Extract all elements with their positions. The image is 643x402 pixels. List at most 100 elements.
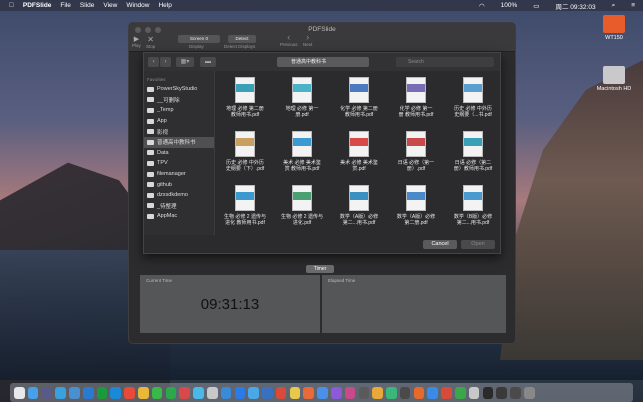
dock-app-icon[interactable]	[248, 386, 259, 399]
battery-icon[interactable]: ▭	[533, 2, 539, 10]
dock-app-icon[interactable]	[193, 386, 204, 399]
dock-app-icon[interactable]	[303, 386, 314, 399]
file-item[interactable]: 生物 必修 2 遗传与 进化.pdf	[275, 185, 329, 226]
dock-app-icon[interactable]	[234, 386, 246, 399]
dock-app-icon[interactable]	[206, 386, 218, 399]
new-folder-button[interactable]: ▬	[200, 57, 216, 67]
sidebar-item[interactable]: PowerSkyStudio	[144, 84, 214, 95]
sidebar-item[interactable]: filemanager	[144, 169, 214, 180]
dock-app-icon[interactable]	[275, 386, 287, 399]
file-item[interactable]: 地理 必修 第二册 教师用书.pdf	[218, 77, 272, 118]
dock-app-icon[interactable]	[455, 386, 466, 399]
sidebar-item[interactable]: github	[144, 179, 214, 190]
dock-app-icon[interactable]	[179, 386, 190, 399]
file-item[interactable]: 数学（A版）必修 第二...用书.pdf	[332, 185, 386, 226]
dock-app-icon[interactable]	[262, 386, 273, 399]
dock-app-icon[interactable]	[165, 386, 177, 399]
forward-button[interactable]: ›	[160, 57, 171, 67]
battery-percent[interactable]: 100%	[501, 2, 518, 9]
dock-app-icon[interactable]	[441, 386, 452, 399]
next-button[interactable]: › Next	[303, 32, 312, 47]
dock-app-icon[interactable]	[344, 386, 356, 399]
menu-help[interactable]: Help	[158, 2, 171, 9]
menu-file[interactable]: File	[60, 2, 70, 9]
file-item[interactable]: 历史 必修 中外历 史纲要（下）.pdf	[218, 131, 272, 172]
dock-app-icon[interactable]	[289, 386, 301, 399]
dock-app-icon[interactable]	[413, 386, 425, 399]
file-item[interactable]: 地理 必修 第一 册.pdf	[275, 77, 329, 118]
cover-band	[350, 84, 368, 92]
dock-app-icon[interactable]	[510, 386, 521, 399]
dock-app-icon[interactable]	[110, 386, 122, 399]
menu-app-name[interactable]: PDFSlide	[23, 2, 52, 9]
menu-slide[interactable]: Slide	[80, 2, 94, 9]
dock-app-icon[interactable]	[124, 386, 135, 399]
grid-view-icon: ▦▾	[180, 59, 190, 65]
file-item[interactable]: 数学（B版）必修 第二...用书.pdf	[446, 185, 498, 226]
sidebar-item[interactable]: __可删除	[144, 95, 214, 106]
sidebar-item[interactable]: dzxsdkdemo	[144, 190, 214, 201]
search-field[interactable]: Search	[396, 57, 494, 67]
dock-app-icon[interactable]	[82, 386, 94, 399]
dock-app-icon[interactable]	[41, 386, 53, 399]
stop-label: Stop	[146, 44, 156, 49]
dock-app-icon[interactable]	[372, 386, 383, 399]
dock-app-icon[interactable]	[386, 386, 397, 399]
menu-view[interactable]: View	[103, 2, 117, 9]
dock-app-icon[interactable]	[468, 386, 480, 399]
view-mode-button[interactable]: ▦▾	[176, 57, 194, 67]
file-item[interactable]: 日语 必修（第一 册）.pdf	[389, 131, 443, 172]
dock-app-icon[interactable]	[55, 386, 66, 399]
stop-button[interactable]: ✕ Stop	[146, 35, 155, 49]
menubar-clock[interactable]: 周二 09:32:03	[555, 1, 595, 11]
dock-app-icon[interactable]	[427, 386, 439, 399]
menu-extras-icon[interactable]: ≡	[631, 2, 635, 9]
sidebar-item[interactable]: App	[144, 116, 214, 127]
dock-app-icon[interactable]	[96, 386, 108, 399]
dock-app-icon[interactable]	[151, 386, 163, 399]
search-icon[interactable]: ⌕	[612, 2, 616, 10]
sidebar-item[interactable]: _待整理	[144, 201, 214, 212]
file-item[interactable]: 美术 必修 美术鉴 赏.pdf	[332, 131, 386, 172]
dock-app-icon[interactable]	[330, 386, 342, 399]
file-item[interactable]: 化学 必修 第二册 教师用书.pdf	[332, 77, 386, 118]
back-button[interactable]: ‹	[148, 57, 159, 67]
sidebar-item[interactable]: 普通高中教科书	[144, 136, 214, 148]
dock-app-icon[interactable]	[69, 386, 80, 399]
sidebar-item[interactable]: Data	[144, 148, 214, 159]
dock-app-icon[interactable]	[523, 386, 535, 399]
file-item[interactable]: 数学（A版）必修 第二册.pdf	[389, 185, 443, 226]
dock-app-icon[interactable]	[27, 386, 39, 399]
sidebar-item[interactable]: AppMac	[144, 211, 214, 222]
display-select[interactable]: Screen 0	[178, 35, 220, 43]
dock-app-icon[interactable]	[482, 386, 494, 399]
open-button[interactable]: Open	[461, 240, 495, 249]
file-item[interactable]: 历史 必修 中外历 史纲要（...书.pdf	[446, 77, 498, 118]
timer-button[interactable]: Timer	[306, 265, 334, 273]
menu-window[interactable]: Window	[126, 2, 149, 9]
file-item[interactable]: 化学 必修 第一册 教师用书.pdf	[389, 77, 443, 118]
apple-menu-icon[interactable]: 	[9, 2, 14, 9]
dock-app-icon[interactable]	[220, 386, 232, 399]
dock-app-icon[interactable]	[399, 386, 411, 399]
sidebar-item[interactable]: _Temp	[144, 105, 214, 116]
desktop-icon-macintosh-hd[interactable]: Macintosh HD	[594, 66, 634, 92]
dock-app-icon[interactable]	[14, 386, 25, 399]
dock-app-icon[interactable]	[358, 386, 370, 399]
cancel-button[interactable]: Cancel	[423, 240, 457, 249]
sidebar-item[interactable]: 影视	[144, 126, 214, 137]
play-button[interactable]: ▶ Play	[132, 35, 141, 48]
folder-icon	[147, 129, 154, 135]
sidebar-item[interactable]: TPV	[144, 158, 214, 169]
wifi-icon[interactable]: ◠	[479, 2, 485, 10]
desktop-icon-wt150[interactable]: WT150	[594, 15, 634, 41]
file-item[interactable]: 日语 必修（第二 册）教师用书.pdf	[446, 131, 498, 172]
file-item[interactable]: 美术 必修 美术鉴赏 教师用书.pdf	[275, 131, 329, 172]
location-popup[interactable]: 普通高中教科书	[277, 57, 369, 67]
dock-app-icon[interactable]	[496, 386, 507, 399]
dock-app-icon[interactable]	[317, 386, 328, 399]
file-item[interactable]: 生物 必修 2 遗传与 进化 教师用书.pdf	[218, 185, 272, 226]
dock-app-icon[interactable]	[138, 386, 149, 399]
previous-button[interactable]: ‹ Previous	[280, 32, 298, 47]
detect-button[interactable]: Detect	[228, 35, 256, 43]
